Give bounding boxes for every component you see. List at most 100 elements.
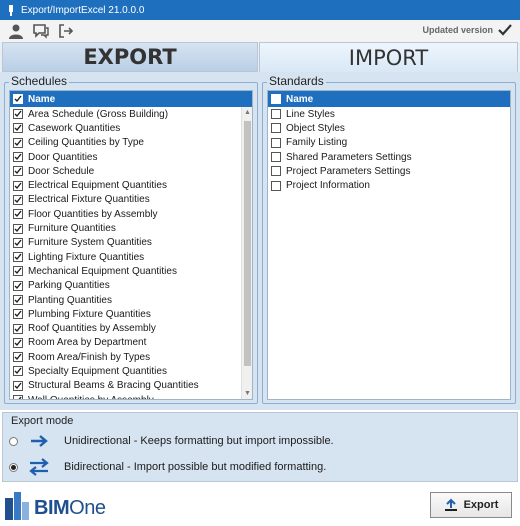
schedule-item-checkbox[interactable] [13,180,23,191]
bidirectional-arrows-icon [26,458,52,476]
schedule-item-checkbox[interactable] [13,252,23,263]
exit-icon[interactable] [56,22,76,40]
schedule-item-label: Room Area by Department [28,337,147,349]
logo-text: BIMOne [34,497,106,519]
standard-item-checkbox[interactable] [271,137,281,148]
schedule-item-label: Parking Quantities [28,280,110,292]
export-button[interactable]: Export [430,492,512,518]
schedule-item-row[interactable]: Roof Quantities by Assembly [10,321,252,335]
standards-group-label: Standards [267,74,326,88]
unidirectional-radio[interactable] [9,436,18,446]
user-icon[interactable] [6,22,26,40]
tab-import[interactable]: IMPORT [259,42,518,72]
schedules-rows: Area Schedule (Gross Building) Casework Q… [10,107,252,399]
app-icon [6,4,16,16]
schedule-item-checkbox[interactable] [13,209,23,220]
standard-item-checkbox[interactable] [271,152,281,163]
standard-item-label: Project Information [286,180,370,192]
schedule-item-checkbox[interactable] [13,280,23,291]
chat-icon[interactable] [31,22,51,40]
schedule-item-row[interactable]: Electrical Fixture Quantities [10,193,252,207]
schedule-item-checkbox[interactable] [13,366,23,377]
schedule-item-row[interactable]: Furniture Quantities [10,221,252,235]
schedule-item-checkbox[interactable] [13,395,23,399]
schedule-item-row[interactable]: Lighting Fixture Quantities [10,250,252,264]
schedule-item-row[interactable]: Room Area/Finish by Types [10,350,252,364]
schedule-item-checkbox[interactable] [13,166,23,177]
schedule-item-checkbox[interactable] [13,237,23,248]
schedule-item-row[interactable]: Specialty Equipment Quantities [10,364,252,378]
schedule-item-label: Area Schedule (Gross Building) [28,108,169,120]
schedule-item-row[interactable]: Planting Quantities [10,293,252,307]
standard-item-checkbox[interactable] [271,109,281,120]
unidirectional-option[interactable]: Unidirectional - Keeps formatting but im… [9,432,334,450]
footer: BIMOne Export [0,484,520,526]
schedule-item-row[interactable]: Door Quantities [10,150,252,164]
schedules-scrollbar[interactable]: ▲ ▼ [241,107,252,399]
bidirectional-option[interactable]: Bidirectional - Import possible but modi… [9,458,326,476]
schedule-item-checkbox[interactable] [13,137,23,148]
schedule-item-row[interactable]: Area Schedule (Gross Building) [10,107,252,121]
standards-name-header: Name [286,93,314,105]
schedule-item-checkbox[interactable] [13,266,23,277]
title-bar: Export/ImportExcel 21.0.0.0 [0,0,520,20]
schedule-item-checkbox[interactable] [13,123,23,134]
standards-list: Name Line Styles Object Styles Family List… [267,90,511,400]
schedule-item-label: Mechanical Equipment Quantities [28,265,177,277]
toolbar: Updated version [0,20,520,42]
schedules-group-label: Schedules [9,74,70,88]
schedule-item-checkbox[interactable] [13,152,23,163]
schedule-item-row[interactable]: Ceiling Quantities by Type [10,136,252,150]
standard-item-row[interactable]: Project Information [268,178,510,192]
schedules-group: Schedules Name Area Schedule (Gross Buil… [4,74,258,404]
standard-item-label: Line Styles [286,108,335,120]
upload-icon [444,498,458,512]
schedule-item-row[interactable]: Door Schedule [10,164,252,178]
standard-item-checkbox[interactable] [271,123,281,134]
schedule-item-label: Roof Quantities by Assembly [28,323,156,335]
schedule-item-checkbox[interactable] [13,194,23,205]
schedule-item-row[interactable]: Casework Quantities [10,121,252,135]
schedule-item-checkbox[interactable] [13,323,23,334]
schedule-item-label: Plumbing Fixture Quantities [28,308,151,320]
updated-version-label: Updated version [422,25,493,35]
standard-item-row[interactable]: Shared Parameters Settings [268,150,510,164]
tab-bar: EXPORT IMPORT [0,42,520,72]
schedule-item-row[interactable]: Furniture System Quantities [10,236,252,250]
schedule-item-row[interactable]: Room Area by Department [10,336,252,350]
schedule-item-row[interactable]: Floor Quantities by Assembly [10,207,252,221]
schedule-item-row[interactable]: Plumbing Fixture Quantities [10,307,252,321]
schedule-item-checkbox[interactable] [13,380,23,391]
tab-export[interactable]: EXPORT [2,42,258,72]
schedule-item-label: Furniture Quantities [28,223,116,235]
schedule-item-row[interactable]: Mechanical Equipment Quantities [10,264,252,278]
scrollbar-thumb[interactable] [244,121,251,366]
schedule-item-checkbox[interactable] [13,223,23,234]
schedule-item-row[interactable]: Structural Beams & Bracing Quantities [10,379,252,393]
bimone-logo: BIMOne [4,490,106,520]
schedule-item-checkbox[interactable] [13,352,23,363]
schedule-item-label: Planting Quantities [28,294,112,306]
standards-rows: Line Styles Object Styles Family Listing Sh… [268,107,510,193]
standard-item-checkbox[interactable] [271,180,281,191]
schedules-list: Name Area Schedule (Gross Building) Casew… [9,90,253,400]
schedule-item-row[interactable]: Electrical Equipment Quantities [10,178,252,192]
schedule-item-row[interactable]: Wall Quantities by Assembly [10,393,252,399]
standard-item-row[interactable]: Object Styles [268,121,510,135]
schedule-item-row[interactable]: Parking Quantities [10,279,252,293]
select-all-standards-checkbox[interactable] [271,94,281,104]
standard-item-label: Shared Parameters Settings [286,151,412,163]
bidirectional-radio[interactable] [9,462,18,472]
standard-item-checkbox[interactable] [271,166,281,177]
select-all-schedules-checkbox[interactable] [13,94,23,104]
schedule-item-checkbox[interactable] [13,295,23,305]
scroll-down-icon[interactable]: ▼ [244,390,251,397]
standard-item-row[interactable]: Project Parameters Settings [268,164,510,178]
schedule-item-label: Furniture System Quantities [28,237,152,249]
schedule-item-checkbox[interactable] [13,109,23,120]
scroll-up-icon[interactable]: ▲ [244,109,251,116]
schedule-item-checkbox[interactable] [13,309,23,320]
schedule-item-checkbox[interactable] [13,337,23,348]
standard-item-row[interactable]: Line Styles [268,107,510,121]
standard-item-row[interactable]: Family Listing [268,136,510,150]
